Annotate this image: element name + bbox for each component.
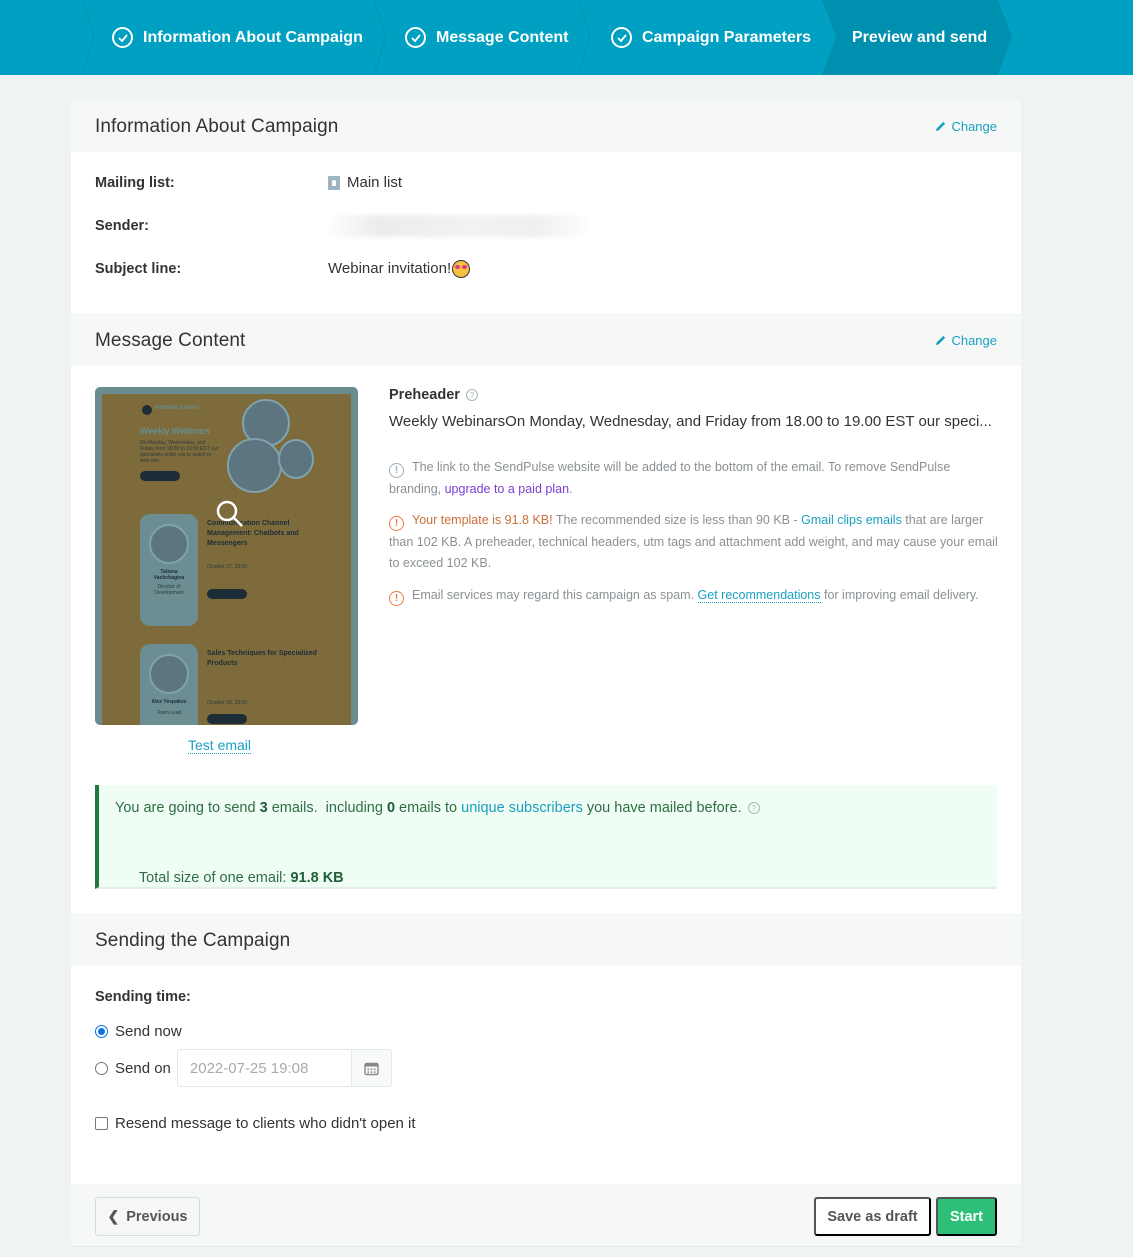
section-title: Sending the Campaign <box>95 929 291 951</box>
step-preview-and-send[interactable]: Preview and send <box>852 0 987 75</box>
preview-register-button <box>207 589 247 599</box>
warning-circle-icon: ! <box>389 591 404 607</box>
step-separator <box>81 0 95 75</box>
preheader-value: Weekly WebinarsOn Monday, Wednesday, and… <box>389 413 992 430</box>
email-size-value: 91.8 KB <box>290 870 344 886</box>
send-now-radio[interactable] <box>95 1025 108 1038</box>
chevron-left-icon: ❮ <box>107 1208 120 1224</box>
preview-brand: WEBINAR STREET <box>155 405 200 411</box>
size-warning-notice: ! Your template is 91.8 KB! The recommend… <box>389 513 998 570</box>
sending-section: Sending the Campaign Sending time: Send … <box>71 915 1021 1184</box>
spam-notice: ! Email services may regard this campaign… <box>389 585 1004 607</box>
calendar-button[interactable] <box>350 1050 391 1086</box>
upgrade-plan-link[interactable]: upgrade to a paid plan <box>445 482 569 496</box>
resend-checkbox[interactable] <box>95 1117 108 1130</box>
message-content-section: Message Content Change WEBINAR STREET We… <box>71 315 1021 914</box>
check-circle-icon <box>611 27 632 48</box>
event-date: October 27, 18:00 <box>207 564 248 570</box>
speaker-name: Tatiana Vashchagina <box>153 569 185 581</box>
step-campaign-parameters[interactable]: Campaign Parameters <box>611 0 811 75</box>
send-on-option: Send on <box>95 1049 392 1087</box>
contact-list-icon <box>328 175 340 190</box>
check-circle-icon <box>405 27 426 48</box>
info-circle-icon: ! <box>389 463 404 479</box>
help-icon[interactable]: ? <box>465 389 478 401</box>
preview-heading: Weekly Webinars <box>140 426 210 436</box>
step-separator <box>373 0 387 75</box>
calendar-icon <box>364 1062 379 1075</box>
campaign-stepper: Information About Campaign Message Conte… <box>0 0 1133 75</box>
send-date-field <box>176 1049 392 1087</box>
change-message-link[interactable]: Change <box>934 333 997 348</box>
step-information-about-campaign[interactable]: Information About Campaign <box>112 0 363 75</box>
gmail-clips-link[interactable]: Gmail clips emails <box>801 513 902 527</box>
preview-register-button <box>140 471 180 481</box>
preview-register-button <box>207 714 247 724</box>
summary-recipients: You are going to send 3 emails. includin… <box>115 800 760 816</box>
information-section: Information About Campaign Change Mailin… <box>71 101 1021 314</box>
speaker-photo <box>149 524 189 564</box>
section-header: Information About Campaign Change <box>71 101 1021 152</box>
start-button[interactable]: Start <box>936 1197 997 1236</box>
speaker-card: Alex Yevpakov Team Lead <box>140 644 198 725</box>
pencil-icon <box>936 335 946 346</box>
speaker-photo <box>227 438 282 493</box>
speaker-name: Alex Yevpakov <box>151 699 187 705</box>
step-label: Information About Campaign <box>143 28 363 46</box>
get-recommendations-link[interactable]: Get recommendations <box>697 588 821 603</box>
sender-label: Sender: <box>95 217 149 234</box>
webinar-logo-icon <box>142 405 152 415</box>
subject-label: Subject line: <box>95 260 182 277</box>
email-preview-content: WEBINAR STREET Weekly Webinars On Monday… <box>102 394 351 725</box>
speaker-role: Director of Development <box>154 584 184 596</box>
step-separator <box>577 0 591 75</box>
speaker-photo <box>278 439 314 479</box>
send-now-option[interactable]: Send now <box>95 1023 182 1040</box>
send-summary: You are going to send 3 emails. includin… <box>95 785 997 889</box>
pencil-icon <box>936 121 946 132</box>
send-on-radio[interactable] <box>95 1061 108 1075</box>
preheader-label: Preheader ? <box>389 387 478 403</box>
warning-circle-icon: ! <box>389 516 404 532</box>
unique-subscribers-link[interactable]: unique subscribers <box>461 800 583 816</box>
send-date-input[interactable] <box>177 1050 351 1086</box>
subject-row: Subject line: Webinar invitation! <box>71 247 1021 290</box>
magnifier-icon <box>216 500 243 527</box>
step-label: Campaign Parameters <box>642 28 811 46</box>
speaker-role: Team Lead <box>156 710 182 716</box>
step-message-content[interactable]: Message Content <box>405 0 568 75</box>
unique-count: 0 <box>386 800 396 816</box>
sender-row: Sender: <box>71 204 1021 247</box>
subject-value: Webinar invitation! <box>328 259 471 278</box>
step-label: Preview and send <box>852 28 988 46</box>
email-preview-thumbnail[interactable]: WEBINAR STREET Weekly Webinars On Monday… <box>95 387 358 725</box>
branding-notice: ! The link to the SendPulse website will … <box>389 460 951 496</box>
section-header: Message Content Change <box>71 315 1021 366</box>
sender-value-redacted <box>328 214 588 237</box>
preview-intro: On Monday, Wednesday, and Friday from 18… <box>140 440 219 464</box>
check-circle-icon <box>112 27 133 48</box>
section-title: Message Content <box>95 329 246 351</box>
emails-count: 3 <box>259 800 268 816</box>
wizard-footer: ❮ Previous Save as draft Start <box>71 1184 1021 1247</box>
event-date: October 29, 18:00 <box>207 700 248 706</box>
section-header: Sending the Campaign <box>71 915 1021 966</box>
resend-option[interactable]: Resend message to clients who didn't ope… <box>95 1115 416 1132</box>
event-title: Sales Techniques for Specialized Product… <box>207 650 317 667</box>
test-email-link[interactable]: Test email <box>188 737 252 754</box>
sending-time-label: Sending time: <box>95 989 191 1005</box>
speaker-card: Tatiana Vashchagina Director of Developm… <box>140 514 198 626</box>
speaker-photo <box>149 654 189 694</box>
change-info-link[interactable]: Change <box>934 119 997 134</box>
save-draft-button[interactable]: Save as draft <box>814 1197 931 1236</box>
previous-button[interactable]: ❮ Previous <box>95 1197 200 1236</box>
help-icon[interactable]: ? <box>747 802 760 814</box>
mailing-list-label: Mailing list: <box>95 174 175 191</box>
star-struck-emoji-icon <box>452 259 471 278</box>
step-label: Message Content <box>436 28 569 46</box>
mailing-list-row: Mailing list: Main list <box>71 161 1021 204</box>
summary-size: Total size of one email: 91.8 KB <box>138 870 344 886</box>
section-title: Information About Campaign <box>95 115 339 137</box>
mailing-list-link[interactable]: Main list <box>328 174 402 191</box>
